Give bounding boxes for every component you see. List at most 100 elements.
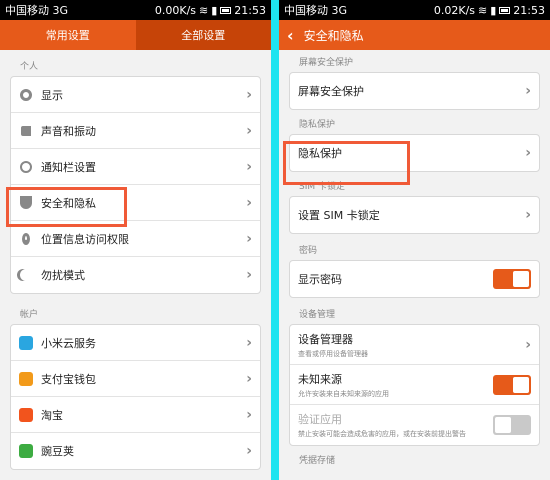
chevron-right-icon: › <box>525 336 531 353</box>
verify-apps-toggle[interactable] <box>493 415 531 435</box>
privacy-group: 隐私保护 › <box>289 134 540 172</box>
row-label: 验证应用 <box>298 413 342 426</box>
row-text: 设备管理器 查看或停用设备管理器 <box>298 331 525 359</box>
wallet-icon <box>19 371 33 386</box>
row-verify-apps: 验证应用 禁止安装可能会造成危害的应用，或在安装前提出警告 <box>290 405 539 445</box>
password-group: 显示密码 <box>289 260 540 298</box>
row-subtitle: 查看或停用设备管理器 <box>298 349 368 358</box>
back-arrow-icon[interactable]: ‹ <box>287 26 294 45</box>
speed-label: 0.02K/s <box>433 3 476 17</box>
row-label: 隐私保护 <box>298 147 342 160</box>
chevron-right-icon: › <box>246 158 252 175</box>
cloud-icon <box>19 335 33 350</box>
section-title-personal: 个人 <box>20 62 39 72</box>
row-location-access[interactable]: 位置信息访问权限 › <box>11 221 260 257</box>
section-title-accounts: 帐户 <box>20 310 39 320</box>
row-label: 勿扰模式 <box>41 269 85 282</box>
device-admin-group: 设备管理器 查看或停用设备管理器 › 未知来源 允许安装来自未知来源的应用 验证… <box>289 324 540 446</box>
row-display[interactable]: 显示 › <box>11 77 260 113</box>
chevron-right-icon: › <box>246 194 252 211</box>
chevron-right-icon: › <box>246 370 252 387</box>
unknown-sources-toggle[interactable] <box>493 374 531 395</box>
chevron-right-icon: › <box>246 267 252 283</box>
row-label: 小米云服务 <box>41 336 96 350</box>
screen: 中国移动 3G 0.00K/s ≋ ▮ 21:53 常用设置 全部设置 个人 显… <box>0 0 550 480</box>
signal-icon: ▮ <box>490 3 497 17</box>
chevron-right-icon: › <box>246 86 252 103</box>
row-taobao[interactable]: 淘宝 › <box>11 397 260 433</box>
status-right: 0.00K/s ≋ ▮ 21:53 <box>155 4 266 17</box>
display-icon <box>19 88 33 102</box>
tab-common-settings[interactable]: 常用设置 <box>0 20 136 50</box>
row-screen-security[interactable]: 屏幕安全保护 › <box>290 73 539 109</box>
row-text: 未知来源 允许安装来自未知来源的应用 <box>298 371 493 399</box>
row-label: 显示密码 <box>298 273 342 286</box>
settings-tabs: 常用设置 全部设置 <box>0 20 271 50</box>
row-label: 安全和隐私 <box>41 196 96 210</box>
carrier-label: 中国移动 3G <box>5 4 69 17</box>
row-label: 通知栏设置 <box>41 160 96 174</box>
battery-icon <box>499 6 511 14</box>
row-subtitle: 允许安装来自未知来源的应用 <box>298 389 389 398</box>
row-label: 支付宝钱包 <box>41 372 96 386</box>
personal-group: 显示 › 声音和振动 › 通知栏设置 › 安全和隐私 › 位置信息访问权限 › … <box>10 76 261 294</box>
row-set-sim-lock[interactable]: 设置 SIM 卡锁定 › <box>290 197 539 233</box>
moon-icon <box>19 268 33 282</box>
accounts-group: 小米云服务 › 支付宝钱包 › 淘宝 › 豌豆荚 › <box>10 324 261 470</box>
sim-lock-group: 设置 SIM 卡锁定 › <box>289 196 540 234</box>
row-show-password: 显示密码 <box>290 261 539 297</box>
row-label: 设置 SIM 卡锁定 <box>298 209 380 222</box>
row-subtitle: 禁止安装可能会造成危害的应用，或在安装前提出警告 <box>298 430 466 438</box>
chevron-right-icon: › <box>525 83 531 99</box>
clock-label: 21:53 <box>234 3 266 17</box>
status-bar: 中国移动 3G 0.00K/s ≋ ▮ 21:53 <box>0 0 271 20</box>
carrier-label: 中国移动 3G <box>284 4 348 17</box>
screen-security-group: 屏幕安全保护 › <box>289 72 540 110</box>
row-mi-cloud[interactable]: 小米云服务 › <box>11 325 260 361</box>
status-bar: 中国移动 3G 0.02K/s ≋ ▮ 21:53 <box>279 0 550 20</box>
row-label: 淘宝 <box>41 408 63 422</box>
taobao-icon <box>19 407 33 422</box>
section-title-privacy: 隐私保护 <box>299 120 336 130</box>
row-label: 豌豆荚 <box>41 445 74 458</box>
notification-icon <box>19 160 33 174</box>
right-screen: 中国移动 3G 0.02K/s ≋ ▮ 21:53 ‹ 安全和隐私 屏幕安全保护… <box>279 0 550 480</box>
row-security-privacy[interactable]: 安全和隐私 › <box>11 185 260 221</box>
chevron-right-icon: › <box>525 145 531 161</box>
row-do-not-disturb[interactable]: 勿扰模式 › <box>11 257 260 293</box>
row-alipay-wallet[interactable]: 支付宝钱包 › <box>11 361 260 397</box>
clock-label: 21:53 <box>513 3 545 17</box>
row-wandoujia[interactable]: 豌豆荚 › <box>11 433 260 469</box>
row-text: 验证应用 禁止安装可能会造成危害的应用，或在安装前提出警告 <box>298 411 493 439</box>
section-title-device-admin: 设备管理 <box>299 310 336 320</box>
wifi-icon: ≋ <box>199 3 209 17</box>
shield-icon <box>19 196 33 210</box>
speed-label: 0.00K/s <box>154 3 197 17</box>
section-title-password: 密码 <box>299 246 318 256</box>
section-title-screen-security: 屏幕安全保护 <box>299 58 354 68</box>
wifi-icon: ≋ <box>478 3 488 17</box>
chevron-right-icon: › <box>246 406 252 423</box>
signal-icon: ▮ <box>211 3 218 17</box>
tab-all-settings[interactable]: 全部设置 <box>135 20 271 50</box>
title-bar: ‹ 安全和隐私 <box>279 20 550 50</box>
location-icon <box>19 232 33 246</box>
sound-icon <box>19 124 33 138</box>
chevron-right-icon: › <box>246 230 252 247</box>
battery-icon <box>220 6 232 14</box>
row-label: 显示 <box>41 88 63 102</box>
section-title-credential-storage: 凭据存储 <box>299 456 336 466</box>
row-notification-settings[interactable]: 通知栏设置 › <box>11 149 260 185</box>
row-privacy-protection[interactable]: 隐私保护 › <box>290 135 539 171</box>
status-right: 0.02K/s ≋ ▮ 21:53 <box>434 4 545 17</box>
chevron-right-icon: › <box>525 207 531 223</box>
row-label: 设备管理器 <box>298 332 353 346</box>
show-password-toggle[interactable] <box>493 269 531 289</box>
chevron-right-icon: › <box>246 443 252 459</box>
row-label: 声音和振动 <box>41 124 96 138</box>
row-sound-vibration[interactable]: 声音和振动 › <box>11 113 260 149</box>
page-title: 安全和隐私 <box>303 28 364 43</box>
row-unknown-sources: 未知来源 允许安装来自未知来源的应用 <box>290 365 539 405</box>
row-device-administrators[interactable]: 设备管理器 查看或停用设备管理器 › <box>290 325 539 365</box>
left-screen: 中国移动 3G 0.00K/s ≋ ▮ 21:53 常用设置 全部设置 个人 显… <box>0 0 271 480</box>
